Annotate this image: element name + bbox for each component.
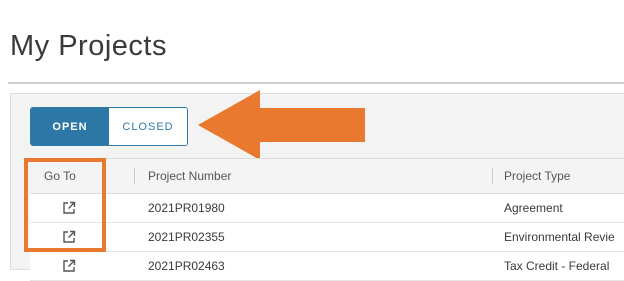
external-link-icon[interactable]: [62, 201, 76, 215]
external-link-icon[interactable]: [62, 230, 76, 244]
arrow-annotation-icon: [198, 90, 365, 160]
title-divider: [8, 82, 624, 84]
column-header-go-to[interactable]: Go To: [44, 159, 76, 193]
table-row: 2021PR02355 Environmental Revie: [30, 223, 624, 252]
project-type-cell: Agreement: [504, 201, 563, 215]
project-number-cell: 2021PR01980: [148, 201, 225, 215]
open-button[interactable]: OPEN: [31, 108, 109, 145]
table-header: Go To Project Number Project Type: [30, 159, 624, 194]
table-row: 2021PR01980 Agreement: [30, 194, 624, 223]
external-link-icon[interactable]: [62, 259, 76, 273]
table-row: 2021PR02463 Tax Credit - Federal: [30, 252, 624, 281]
page-title: My Projects: [10, 30, 167, 62]
column-header-project-number[interactable]: Project Number: [148, 159, 231, 193]
project-type-cell: Tax Credit - Federal: [504, 259, 610, 273]
project-number-cell: 2021PR02355: [148, 230, 225, 244]
project-number-cell: 2021PR02463: [148, 259, 225, 273]
column-divider: [492, 168, 493, 184]
projects-table: Go To Project Number Project Type 2021PR…: [30, 158, 624, 281]
column-header-project-type[interactable]: Project Type: [504, 159, 570, 193]
status-toggle: OPEN CLOSED: [30, 107, 188, 146]
closed-button[interactable]: CLOSED: [109, 108, 187, 145]
column-divider: [134, 168, 135, 184]
project-type-cell: Environmental Revie: [504, 230, 615, 244]
